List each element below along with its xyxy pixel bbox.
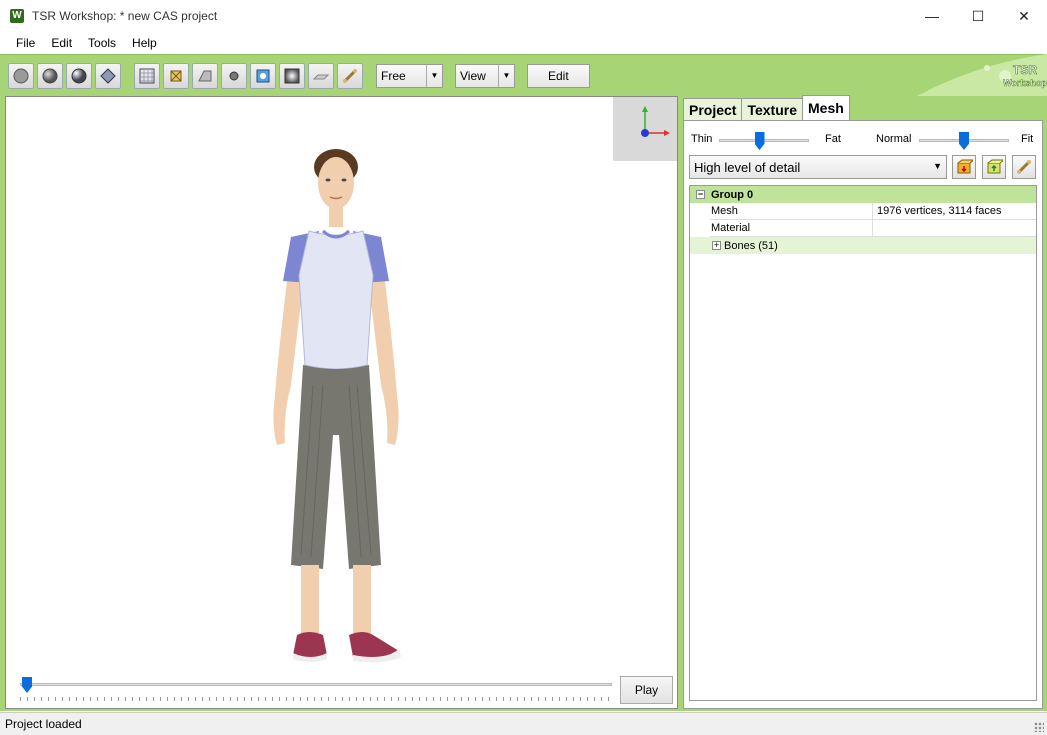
- camera-mode-select[interactable]: Free ▼: [376, 63, 443, 88]
- plane-icon: [312, 74, 330, 79]
- collapse-icon[interactable]: −: [696, 190, 705, 199]
- weight-slider-handle[interactable]: [754, 132, 765, 150]
- bones-label: Bones (51): [724, 239, 778, 252]
- floor-button[interactable]: [192, 62, 218, 89]
- tree-row-mesh[interactable]: Mesh 1976 vertices, 3114 faces: [690, 203, 1036, 220]
- sphere-lit-icon: [71, 68, 87, 83]
- tree-row-bones[interactable]: + Bones (51): [690, 237, 1036, 254]
- bone-edit-button[interactable]: [1012, 155, 1036, 179]
- title-bar: W TSR Workshop: * new CAS project — ☐ ✕: [0, 0, 1047, 32]
- tab-project[interactable]: Project: [683, 98, 743, 120]
- bone-icon: [1017, 160, 1031, 174]
- play-button[interactable]: Play: [620, 676, 673, 704]
- tree-row-material[interactable]: Material: [690, 220, 1036, 237]
- shading-lit-button[interactable]: [66, 62, 92, 89]
- view-select[interactable]: View ▼: [455, 63, 515, 88]
- skeleton-button[interactable]: [163, 62, 189, 89]
- property-name: Mesh: [710, 203, 873, 220]
- logo-text-workshop: Workshop: [1003, 78, 1047, 88]
- chevron-down-icon: ▼: [933, 161, 942, 171]
- fitness-slider-handle[interactable]: [959, 132, 969, 150]
- maximize-button[interactable]: ☐: [955, 0, 1001, 32]
- box-export-icon: [987, 159, 1003, 174]
- close-button[interactable]: ✕: [1001, 0, 1047, 32]
- timeline-track: [20, 683, 612, 686]
- panel-tabs: Project Texture Mesh: [683, 95, 850, 120]
- mesh-tab-content: Thin Fat Normal Fit High level of detail…: [683, 120, 1043, 709]
- weight-slider-right-label: Fat: [825, 133, 841, 145]
- status-text: Project loaded: [5, 717, 82, 731]
- tsr-workshop-logo: TSR Workshop: [917, 54, 1047, 96]
- timeline-ticks: [20, 697, 612, 701]
- bone-cube-icon: [256, 69, 270, 82]
- lod-select-value: High level of detail: [694, 159, 801, 175]
- tab-mesh[interactable]: Mesh: [802, 95, 850, 120]
- sphere-flat-icon: [13, 68, 29, 83]
- shading-flat-button[interactable]: [8, 62, 34, 89]
- property-value: 1976 vertices, 3114 faces: [873, 203, 1036, 220]
- property-value: [873, 220, 1036, 237]
- skeleton-icon: [170, 70, 182, 81]
- bone-icon: [343, 68, 357, 83]
- edit-button[interactable]: Edit: [527, 63, 590, 88]
- bones-view-button[interactable]: [250, 62, 276, 89]
- animation-timeline[interactable]: [20, 677, 612, 701]
- mesh-tree: − Group 0 Mesh 1976 vertices, 3114 faces…: [689, 185, 1037, 701]
- 3d-viewport[interactable]: Play: [5, 96, 678, 709]
- tab-texture[interactable]: Texture: [741, 98, 804, 120]
- minimize-button[interactable]: —: [909, 0, 955, 32]
- background-icon: [284, 68, 300, 83]
- menu-tools[interactable]: Tools: [80, 36, 124, 50]
- bone-tool-button[interactable]: [337, 62, 363, 89]
- wireframe-button[interactable]: [134, 62, 160, 89]
- group-label: Group 0: [711, 188, 754, 201]
- body-sliders: Thin Fat Normal Fit: [684, 131, 1044, 151]
- weight-slider-left-label: Thin: [691, 133, 713, 145]
- view-value: View: [460, 68, 486, 83]
- background-button[interactable]: [279, 62, 305, 89]
- fitness-slider-right-label: Fit: [1021, 133, 1034, 145]
- axis-gizmo: [613, 97, 677, 161]
- property-name: Material: [710, 220, 873, 237]
- toolbar: Free ▼ View ▼ Edit: [0, 54, 1047, 96]
- menu-file[interactable]: File: [8, 36, 43, 50]
- diamond-icon: [100, 67, 116, 84]
- shading-diamond-button[interactable]: [95, 62, 121, 89]
- floor-icon: [198, 70, 212, 81]
- properties-panel: Project Texture Mesh Thin Fat Normal Fit…: [683, 95, 1043, 709]
- point-icon: [229, 71, 239, 80]
- menu-bar: File Edit Tools Help: [0, 32, 1047, 54]
- timeline-handle[interactable]: [22, 677, 32, 693]
- axis-icon: [641, 106, 670, 137]
- expand-icon[interactable]: +: [712, 241, 721, 250]
- menu-edit[interactable]: Edit: [43, 36, 80, 50]
- chevron-down-icon: ▼: [498, 64, 514, 87]
- wireframe-icon: [139, 68, 155, 83]
- character-model: [273, 149, 401, 663]
- app-icon: W: [10, 9, 24, 23]
- sphere-smooth-icon: [42, 68, 58, 83]
- box-import-icon: [957, 159, 973, 174]
- menu-help[interactable]: Help: [124, 36, 165, 50]
- ground-plane-button[interactable]: [308, 62, 334, 89]
- chevron-down-icon: ▼: [426, 64, 442, 87]
- tree-group-row[interactable]: − Group 0: [690, 186, 1036, 203]
- window-title: TSR Workshop: * new CAS project: [32, 9, 218, 23]
- point-button[interactable]: [221, 62, 247, 89]
- fitness-slider-left-label: Normal: [876, 133, 912, 145]
- shading-smooth-button[interactable]: [37, 62, 63, 89]
- resize-grip-icon[interactable]: [1034, 722, 1044, 732]
- lod-select[interactable]: High level of detail ▼: [689, 155, 947, 179]
- camera-mode-value: Free: [381, 68, 406, 83]
- export-mesh-button[interactable]: [982, 155, 1006, 179]
- status-bar: Project loaded: [0, 712, 1047, 735]
- logo-text-tsr: TSR: [1013, 63, 1037, 77]
- import-mesh-button[interactable]: [952, 155, 976, 179]
